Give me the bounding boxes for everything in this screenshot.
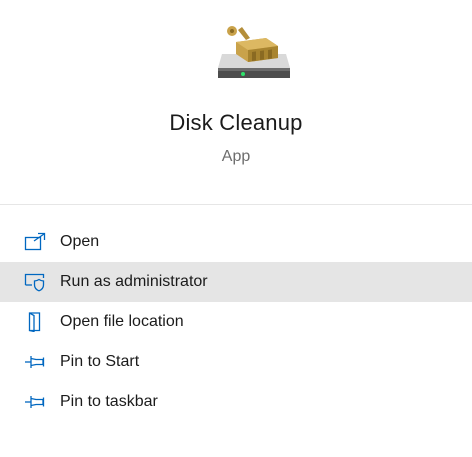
menu-item-label: Open (60, 233, 100, 250)
admin-shield-icon (24, 273, 45, 292)
menu-item-pin-to-taskbar[interactable]: Pin to taskbar (0, 382, 472, 422)
menu-item-open-file-location[interactable]: Open file location (0, 302, 472, 342)
menu-item-label: Open file location (60, 313, 184, 330)
app-title: Disk Cleanup (169, 110, 303, 135)
pin-icon (25, 396, 45, 408)
app-type-label: App (221, 148, 251, 165)
menu-item-label: Pin to taskbar (60, 393, 158, 410)
file-location-icon (28, 312, 41, 332)
app-header: Disk Cleanup App (0, 0, 472, 204)
divider (0, 204, 472, 205)
menu-item-label: Pin to Start (60, 353, 140, 370)
menu-item-label: Run as administrator (60, 273, 208, 290)
context-menu: Open Run as administrator Open file loca… (0, 222, 472, 422)
open-icon (24, 232, 46, 251)
menu-item-pin-to-start[interactable]: Pin to Start (0, 342, 472, 382)
disk-cleanup-icon (218, 26, 290, 78)
start-menu-app-panel: Disk Cleanup App Open Run as administrat… (0, 0, 472, 457)
menu-item-run-as-administrator[interactable]: Run as administrator (0, 262, 472, 302)
pin-icon (25, 356, 45, 368)
menu-item-open[interactable]: Open (0, 222, 472, 262)
